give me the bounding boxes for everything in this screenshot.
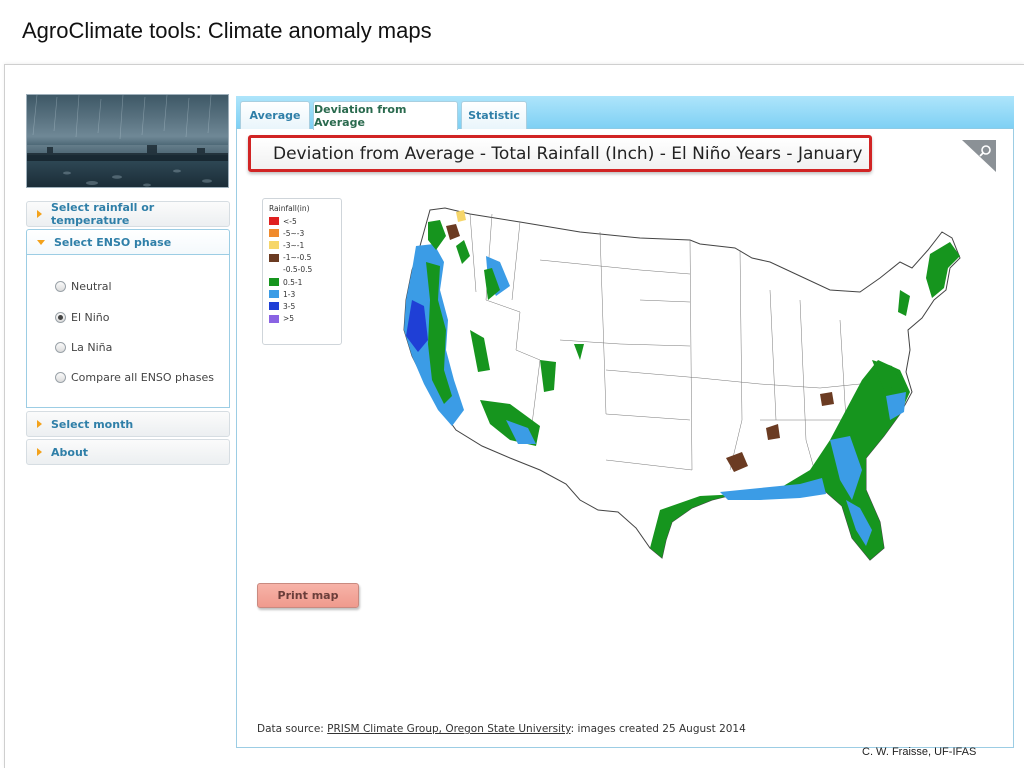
slide-credit: C. W. Fraisse, UF-IFAS	[862, 746, 977, 758]
radio-neutral[interactable]: Neutral	[55, 280, 112, 293]
legend-item: -1~-0.5	[269, 252, 341, 264]
chevron-right-icon	[37, 420, 42, 428]
magnifier-icon[interactable]	[962, 140, 996, 172]
legend-swatch	[269, 217, 279, 226]
chevron-right-icon	[37, 210, 42, 218]
legend-label: 0.5-1	[283, 277, 303, 287]
legend-swatch	[269, 278, 279, 287]
radio-button[interactable]	[55, 372, 66, 383]
legend-label: >5	[283, 314, 295, 324]
legend-swatch	[269, 229, 279, 238]
legend-swatch	[269, 314, 279, 323]
section-select-enso-phase[interactable]: Select ENSO phase	[26, 229, 230, 255]
legend-item: -5~-3	[269, 227, 341, 239]
radio-el-nino[interactable]: El Niño	[55, 311, 110, 324]
legend-label: -5~-3	[283, 228, 305, 238]
legend-label: -1~-0.5	[283, 253, 312, 263]
slide-title: AgroClimate tools: Climate anomaly maps	[22, 18, 432, 43]
legend-swatch	[269, 265, 279, 274]
prism-link[interactable]: PRISM Climate Group, Oregon State Univer…	[327, 723, 570, 735]
legend-swatch	[269, 241, 279, 250]
radio-button[interactable]	[55, 342, 66, 353]
legend-item: >5	[269, 313, 341, 325]
legend-item: -0.5-0.5	[269, 264, 341, 276]
legend-title: Rainfall(in)	[269, 204, 310, 213]
legend-label: -3~-1	[283, 240, 305, 250]
radio-label: Neutral	[71, 280, 112, 293]
hero-image	[26, 94, 229, 188]
section-label: Select rainfall or temperature	[51, 201, 155, 227]
section-about[interactable]: About	[26, 439, 230, 465]
section-select-month[interactable]: Select month	[26, 411, 230, 437]
legend-label: 3-5	[283, 301, 296, 311]
radio-compare-all[interactable]: Compare all ENSO phases	[55, 371, 214, 384]
tab-deviation-from-average[interactable]: Deviation from Average	[313, 101, 458, 130]
legend-swatch	[269, 302, 279, 311]
legend-item: -3~-1	[269, 239, 341, 251]
section-label: Select month	[51, 417, 134, 431]
map-title-text: Deviation from Average - Total Rainfall …	[273, 143, 863, 164]
radio-label: Compare all ENSO phases	[71, 371, 214, 384]
data-source-prefix: Data source:	[257, 723, 328, 735]
section-select-rainfall-temperature[interactable]: Select rainfall or temperature	[26, 201, 230, 227]
radio-button[interactable]	[55, 281, 66, 292]
legend-label: -0.5-0.5	[283, 265, 313, 275]
legend-item: 3-5	[269, 300, 341, 312]
radio-label: El Niño	[71, 311, 110, 324]
legend-item: <-5	[269, 215, 341, 227]
radio-button-selected[interactable]	[55, 312, 66, 323]
legend-swatch	[269, 253, 279, 262]
radio-label: La Niña	[71, 341, 113, 354]
map-legend: Rainfall(in) <-5 -5~-3 -3~-1 -1~-0.5 -0.…	[262, 198, 342, 345]
section-label: About	[51, 445, 89, 459]
print-map-button[interactable]: Print map	[257, 583, 359, 608]
rainfall-anomaly-map	[254, 178, 994, 640]
chevron-right-icon	[37, 448, 42, 456]
map-title: Deviation from Average - Total Rainfall …	[248, 135, 872, 172]
data-source-note: Data source: PRISM Climate Group, Oregon…	[257, 723, 746, 735]
legend-swatch	[269, 290, 279, 299]
chevron-down-icon	[37, 239, 45, 245]
radio-la-nina[interactable]: La Niña	[55, 341, 112, 354]
tab-statistic[interactable]: Statistic	[461, 101, 527, 129]
enso-phase-panel: Neutral El Niño La Niña Compare all ENSO…	[26, 255, 230, 408]
legend-item: 1-3	[269, 288, 341, 300]
data-source-suffix: : images created 25 August 2014	[570, 723, 746, 735]
tab-average[interactable]: Average	[240, 101, 310, 129]
section-label: Select ENSO phase	[54, 235, 172, 249]
legend-label: <-5	[283, 216, 297, 226]
legend-item: 0.5-1	[269, 276, 341, 288]
legend-label: 1-3	[283, 289, 296, 299]
